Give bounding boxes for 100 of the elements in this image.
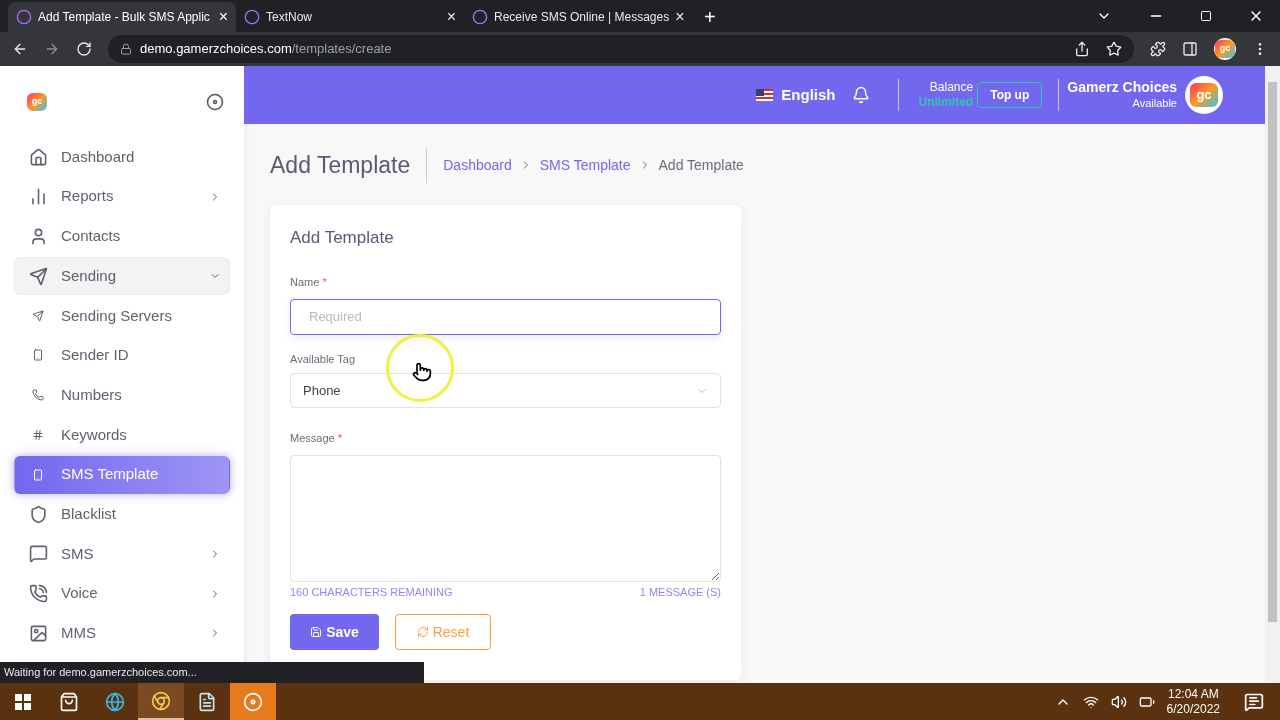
phone-icon xyxy=(32,389,44,402)
message-count: 1 MESSAGE (S) xyxy=(639,584,721,600)
field-label: Message * xyxy=(290,431,343,446)
reload-icon[interactable] xyxy=(76,41,92,57)
item-label: Numbers xyxy=(61,384,123,405)
notes-app-icon[interactable] xyxy=(197,691,217,712)
address-bar[interactable]: demo.gamerzchoices.com/templates/create xyxy=(108,35,1134,63)
browser-tab[interactable]: Receive SMS Online | Messages × xyxy=(464,2,692,32)
image-icon xyxy=(28,623,48,643)
maximize-icon[interactable] xyxy=(1200,10,1212,22)
breadcrumb-current: Add Template xyxy=(658,155,744,175)
side-panel-icon[interactable] xyxy=(1182,41,1198,57)
item-label: Blacklist xyxy=(61,503,117,524)
close-icon[interactable]: × xyxy=(446,5,456,29)
recorder-app-icon[interactable] xyxy=(243,691,263,712)
chrome-browser-icon[interactable] xyxy=(151,690,171,711)
breadcrumb-link[interactable]: Dashboard xyxy=(443,154,512,176)
item-label: Sending xyxy=(61,265,118,286)
site-icon xyxy=(16,9,32,25)
sidebar-item[interactable]: Sender ID xyxy=(14,336,230,375)
clock-time[interactable]: 12:04 AM xyxy=(1167,686,1219,702)
new-tab-button[interactable]: + xyxy=(692,2,728,32)
send-icon xyxy=(32,309,44,322)
extensions-icon[interactable] xyxy=(1150,41,1166,57)
name-input-field[interactable]: Required xyxy=(290,298,721,335)
sidebar-item[interactable]: MMS xyxy=(14,614,230,653)
user-status: Available xyxy=(1132,96,1177,111)
sidebar-item[interactable]: Dashboard xyxy=(14,138,230,176)
item-label: Reports xyxy=(61,186,115,207)
item-label: MMS xyxy=(61,623,97,643)
item-label: Contacts xyxy=(61,226,122,247)
item-label: Dashboard xyxy=(61,146,136,167)
home-icon xyxy=(28,147,48,167)
phone-device-icon xyxy=(32,468,44,481)
phone-call-icon xyxy=(28,584,48,604)
item-label: Sending Servers xyxy=(61,305,173,326)
sidebar-item[interactable]: Keywords xyxy=(14,415,230,454)
logo: gc xyxy=(1214,38,1236,60)
save-icon xyxy=(310,626,323,638)
tab-title: TextNow xyxy=(266,9,313,26)
item-label: SMS xyxy=(61,543,95,564)
field-label: Available Tag xyxy=(290,351,357,367)
sidebar-item[interactable]: Numbers xyxy=(14,376,230,415)
sidebar-item[interactable]: Sending Servers xyxy=(14,296,230,335)
reset-icon xyxy=(416,626,429,638)
logo: gc xyxy=(26,91,48,113)
clock-date[interactable]: 6/20/2022 xyxy=(1166,701,1220,717)
close-icon[interactable]: × xyxy=(218,5,228,29)
sidebar-item[interactable]: Voice xyxy=(14,574,230,613)
windows-start-icon[interactable] xyxy=(15,693,31,710)
hash-icon xyxy=(32,428,44,441)
chat-icon xyxy=(28,544,48,564)
item-label: SMS Template xyxy=(61,464,160,485)
forward-icon[interactable] xyxy=(44,41,60,57)
flag-icon xyxy=(756,89,774,101)
volume-icon[interactable] xyxy=(1110,693,1127,710)
sidebar-item[interactable]: Sending xyxy=(14,257,230,296)
status-bubble: Waiting for demo.gamerzchoices.com... xyxy=(0,662,424,683)
site-icon xyxy=(472,9,488,25)
back-icon[interactable] xyxy=(12,41,28,57)
card-title: Add Template xyxy=(290,226,395,249)
page-title: Add Template xyxy=(270,148,428,183)
balance-label: Balance xyxy=(929,80,974,95)
sidebar-item[interactable]: SMS Template xyxy=(14,455,230,494)
share-icon[interactable] xyxy=(1074,41,1090,57)
shield-icon xyxy=(28,504,48,524)
item-label: Sender ID xyxy=(61,345,130,366)
balance-value: Unlimited xyxy=(918,95,974,110)
bookmark-star-icon[interactable] xyxy=(1106,41,1122,57)
pin-toggle-icon[interactable] xyxy=(206,93,224,111)
site-icon xyxy=(244,9,260,25)
tag-select[interactable]: Phone xyxy=(290,373,721,408)
logo: gc xyxy=(1185,76,1223,114)
browser-tab[interactable]: Add Template - Bulk SMS Applic × xyxy=(8,2,236,32)
tab-title: Receive SMS Online | Messages xyxy=(494,9,670,26)
notification-bell-icon[interactable] xyxy=(851,86,870,104)
url-text: demo.gamerzchoices.com/templates/create xyxy=(140,40,392,59)
sidebar-item[interactable]: Reports xyxy=(14,177,230,216)
item-label: Voice xyxy=(61,583,99,604)
user-name: Gamerz Choices xyxy=(1067,79,1177,97)
language-selector[interactable]: English xyxy=(781,83,836,107)
save-button[interactable]: Save xyxy=(290,614,379,650)
scrollbar[interactable] xyxy=(1265,66,1280,683)
tab-title: Add Template - Bulk SMS Applic xyxy=(38,9,211,26)
breadcrumb-link[interactable]: SMS Template xyxy=(539,154,631,176)
send-icon xyxy=(28,266,48,286)
lock-icon xyxy=(120,43,132,55)
phone-device-icon xyxy=(32,349,44,362)
browser-tab[interactable]: TextNow × xyxy=(236,2,464,32)
store-icon[interactable] xyxy=(59,691,79,712)
notifications-icon[interactable] xyxy=(1244,691,1264,712)
item-label: Keywords xyxy=(61,424,128,445)
sidebar-item[interactable]: Contacts xyxy=(14,217,230,256)
sidebar-item[interactable]: Blacklist xyxy=(14,495,230,534)
field-label: Name * xyxy=(290,275,328,290)
hand-cursor-icon xyxy=(412,362,432,382)
characters-remaining: 160 CHARACTERS REMAINING xyxy=(290,584,453,600)
top-up-button[interactable]: Top up xyxy=(977,82,1043,108)
sidebar-item[interactable]: SMS xyxy=(14,534,230,573)
close-icon[interactable]: × xyxy=(675,5,685,29)
